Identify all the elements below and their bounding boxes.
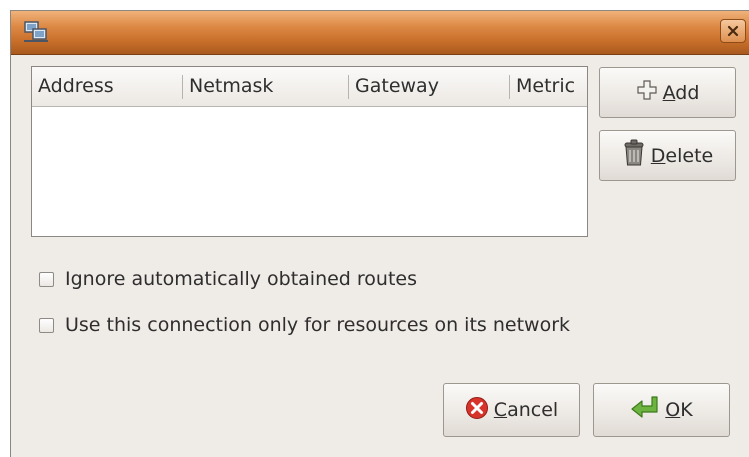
table-header: Address Netmask Gateway Metric <box>32 67 587 107</box>
network-connections-icon <box>23 20 49 44</box>
table-body[interactable] <box>32 107 587 236</box>
routes-table[interactable]: Address Netmask Gateway Metric <box>31 66 588 237</box>
add-label: dd <box>675 81 700 104</box>
ignore-routes-checkbox[interactable] <box>39 271 54 287</box>
column-header-metric[interactable]: Metric <box>510 67 587 106</box>
cancel-mnemonic: C <box>493 399 508 421</box>
ok-arrow-icon <box>630 395 660 426</box>
local-only-label[interactable]: Use this connection only for resources o… <box>65 314 570 336</box>
cancel-label: ancel <box>507 399 559 421</box>
column-header-address[interactable]: Address <box>32 67 183 106</box>
close-icon <box>727 22 739 41</box>
ok-button[interactable]: OK <box>593 383 730 437</box>
delete-button[interactable]: Delete <box>599 130 736 181</box>
add-button[interactable]: Add <box>599 67 736 118</box>
close-button[interactable] <box>720 19 746 43</box>
ignore-routes-label[interactable]: Ignore automatically obtained routes <box>65 268 417 290</box>
delete-label: elete <box>665 144 714 167</box>
ok-label: K <box>680 399 693 421</box>
ignore-routes-option[interactable]: Ignore automatically obtained routes <box>39 268 417 290</box>
cancel-button[interactable]: Cancel <box>443 383 580 437</box>
trash-icon <box>622 139 646 172</box>
ok-mnemonic: O <box>665 399 681 421</box>
add-mnemonic: A <box>662 81 676 104</box>
local-only-option[interactable]: Use this connection only for resources o… <box>39 314 570 336</box>
routes-dialog: Address Netmask Gateway Metric Add Delet… <box>10 10 749 457</box>
title-bar[interactable] <box>11 11 749 55</box>
column-header-gateway[interactable]: Gateway <box>349 67 510 106</box>
delete-mnemonic: D <box>650 144 666 167</box>
plus-icon <box>636 79 658 106</box>
cancel-icon <box>465 396 489 425</box>
local-only-checkbox[interactable] <box>39 317 54 333</box>
column-header-netmask[interactable]: Netmask <box>183 67 349 106</box>
